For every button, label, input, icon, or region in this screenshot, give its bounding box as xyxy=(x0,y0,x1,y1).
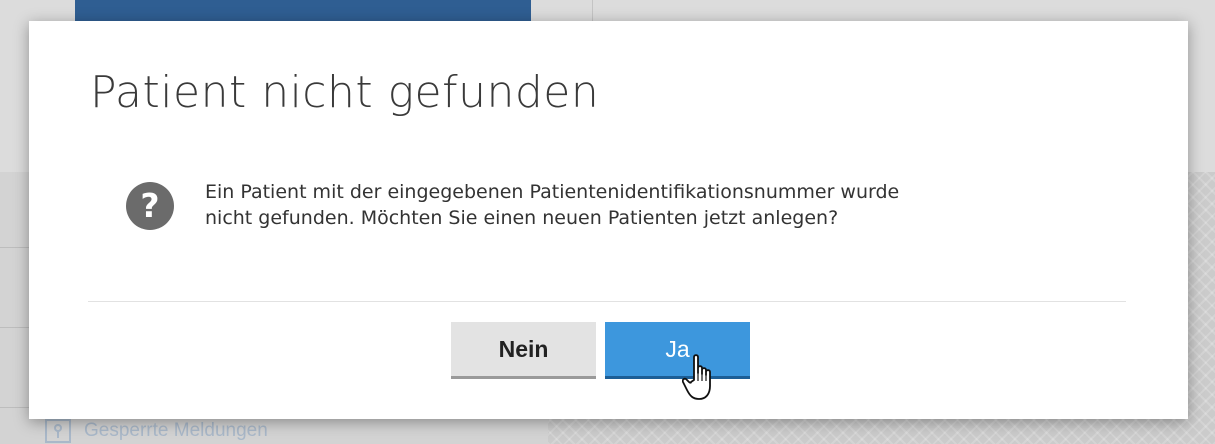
no-button[interactable]: Nein xyxy=(451,322,596,379)
yes-button[interactable]: Ja xyxy=(605,322,750,379)
question-icon: ? xyxy=(126,182,174,230)
dialog-title: Patient nicht gefunden xyxy=(90,67,600,118)
dialog-message: Ein Patient mit der eingegebenen Patient… xyxy=(205,179,1105,231)
dialog-divider xyxy=(88,301,1126,302)
background-active-tab xyxy=(75,0,531,22)
background-tab-divider xyxy=(592,0,593,22)
sidebar-item-gesperrte-meldungen: Gesperrte Meldungen xyxy=(44,418,268,444)
dialog-message-line: Ein Patient mit der eingegebenen Patient… xyxy=(205,181,900,203)
dialog-message-line: nicht gefunden. Möchten Sie einen neuen … xyxy=(205,207,839,229)
sidebar-item-label: Gesperrte Meldungen xyxy=(84,420,268,441)
lock-icon xyxy=(44,418,72,444)
patient-not-found-dialog: Patient nicht gefunden ? Ein Patient mit… xyxy=(29,21,1188,419)
